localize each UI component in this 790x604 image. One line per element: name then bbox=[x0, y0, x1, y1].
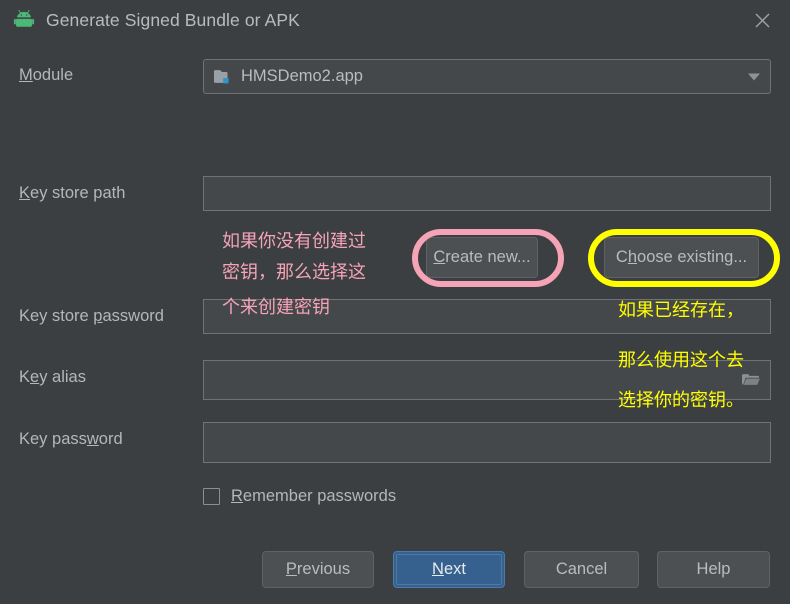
focus-ring bbox=[396, 554, 502, 585]
cancel-button[interactable]: Cancel bbox=[524, 551, 639, 588]
yellow-annotation-line1: 如果已经存在， bbox=[618, 300, 744, 321]
close-icon[interactable] bbox=[734, 0, 790, 40]
checkbox-box[interactable] bbox=[203, 488, 220, 505]
key-password-label: Key password bbox=[19, 430, 123, 448]
key-store-password-label: Key store password bbox=[19, 307, 164, 325]
next-button[interactable]: Next bbox=[393, 551, 505, 588]
yellow-annotation-line2: 那么使用这个去 bbox=[618, 350, 744, 371]
module-label: Module bbox=[19, 66, 74, 84]
help-button[interactable]: Help bbox=[657, 551, 770, 588]
remember-passwords-label: Remember passwords bbox=[231, 487, 397, 505]
choose-existing-button[interactable]: Choose existing... bbox=[604, 237, 759, 278]
key-store-path-input[interactable] bbox=[203, 176, 771, 211]
module-value: HMSDemo2.app bbox=[241, 67, 363, 85]
remember-passwords-checkbox[interactable]: Remember passwords bbox=[203, 487, 396, 506]
pink-annotation-line2: 密钥，那么选择这 bbox=[222, 262, 366, 283]
key-password-input[interactable] bbox=[203, 422, 771, 463]
create-new-button[interactable]: Create new... bbox=[426, 237, 538, 278]
yellow-annotation-line3: 选择你的密钥。 bbox=[618, 390, 744, 411]
previous-button[interactable]: Previous bbox=[262, 551, 374, 588]
generate-signed-bundle-dialog: Generate Signed Bundle or APK Module HMS… bbox=[0, 0, 790, 604]
android-robot-icon bbox=[13, 9, 35, 31]
chevron-down-icon[interactable] bbox=[748, 73, 760, 80]
key-alias-label: Key alias bbox=[19, 368, 86, 386]
module-folder-icon bbox=[214, 69, 233, 85]
key-store-path-label: Key store path bbox=[19, 184, 126, 202]
pink-annotation-line3: 个来创建密钥 bbox=[222, 297, 330, 318]
module-combobox[interactable]: HMSDemo2.app bbox=[203, 59, 771, 94]
folder-browse-icon[interactable] bbox=[741, 372, 761, 388]
title-bar: Generate Signed Bundle or APK bbox=[0, 0, 790, 40]
dialog-title: Generate Signed Bundle or APK bbox=[46, 9, 300, 30]
